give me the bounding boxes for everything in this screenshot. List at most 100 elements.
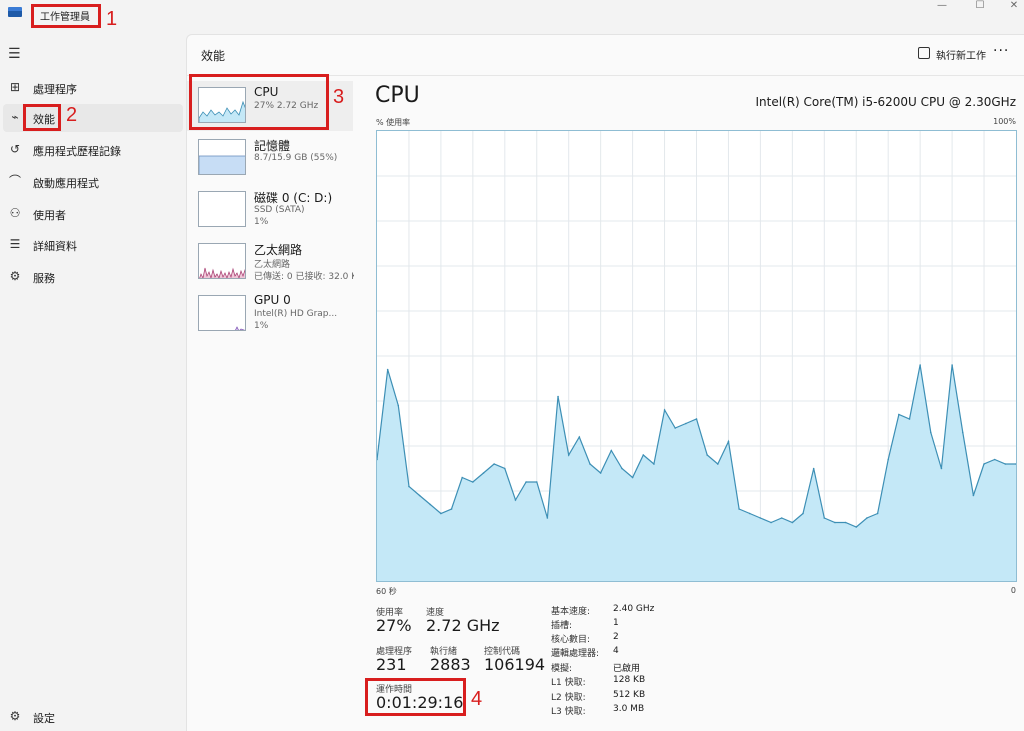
detail-label: L1 快取: bbox=[551, 678, 586, 688]
cpu-usage-point bbox=[706, 454, 708, 456]
cpu-usage-point bbox=[791, 521, 794, 524]
processes-icon: ⊞ bbox=[9, 80, 21, 94]
device-subtext-2: 已傳送: 0 已接收: 32.0 Kbps bbox=[254, 272, 354, 282]
device-subtext-2: 1% bbox=[254, 321, 269, 331]
annotation-box-3 bbox=[189, 74, 329, 130]
device-subtext: SSD (SATA) bbox=[254, 205, 305, 215]
nav-item-label: 設定 bbox=[33, 712, 55, 725]
cpu-usage-svg bbox=[376, 131, 1017, 581]
annotation-number-1: 1 bbox=[106, 8, 118, 30]
cpu-usage-point bbox=[461, 476, 463, 479]
cpu-usage-point bbox=[450, 508, 453, 510]
cpu-usage-point bbox=[631, 476, 634, 479]
cpu-model: Intel(R) Core(TM) i5-6200U CPU @ 2.30GHz bbox=[755, 95, 1016, 109]
cpu-usage-point bbox=[589, 463, 591, 465]
detail-value: 2.40 GHz bbox=[613, 604, 655, 614]
history-icon: ↺ bbox=[9, 142, 21, 156]
cpu-usage-point bbox=[642, 454, 645, 456]
device-memory[interactable]: 記憶體 8.7/15.9 GB (55%) bbox=[187, 133, 353, 183]
utilization-value: 27% bbox=[376, 616, 412, 635]
device-ethernet[interactable]: 乙太網路 乙太網路 已傳送: 0 已接收: 32.0 Kbps bbox=[187, 237, 354, 287]
cpu-usage-point bbox=[727, 440, 730, 443]
maximize-button[interactable]: ☐ bbox=[962, 0, 998, 12]
cpu-usage-point bbox=[993, 458, 996, 461]
cpu-usage-point bbox=[770, 521, 772, 524]
cpu-usage-point bbox=[940, 467, 943, 470]
nav-item-settings[interactable]: ⚙ 設定 bbox=[3, 703, 183, 731]
cpu-usage-point bbox=[759, 517, 762, 519]
cpu-heading: CPU bbox=[375, 83, 420, 108]
nav-item-app-history[interactable]: ↺ 應用程式歷程記錄 bbox=[3, 136, 183, 164]
cpu-usage-point bbox=[812, 467, 815, 470]
threads-value: 2883 bbox=[430, 655, 471, 674]
nav-item-details[interactable]: ☰ 詳細資料 bbox=[3, 231, 183, 259]
gear-icon: ⚙ bbox=[9, 709, 21, 723]
detail-value: 128 KB bbox=[613, 675, 646, 685]
run-new-task-button[interactable]: 執行新工作 bbox=[936, 47, 986, 62]
cpu-usage-point bbox=[844, 521, 847, 524]
close-button[interactable]: ✕ bbox=[996, 0, 1024, 12]
cpu-usage-point bbox=[919, 364, 921, 366]
nav-item-label: 使用者 bbox=[33, 209, 66, 222]
detail-value: 3.0 MB bbox=[613, 704, 645, 714]
nav-item-label: 服務 bbox=[33, 272, 55, 285]
hamburger-menu-icon[interactable]: ☰ bbox=[8, 46, 21, 62]
x-axis-right-label: 0 bbox=[1010, 586, 1016, 595]
nav-item-users[interactable]: ⚇ 使用者 bbox=[3, 200, 183, 228]
more-options-button[interactable]: ··· bbox=[993, 43, 1009, 59]
cpu-usage-point bbox=[482, 472, 485, 474]
minimize-button[interactable]: — bbox=[924, 0, 960, 12]
cpu-usage-point bbox=[546, 517, 549, 519]
detail-value: 1 bbox=[613, 618, 619, 628]
details-icon: ☰ bbox=[9, 237, 21, 251]
detail-label: L3 快取: bbox=[551, 707, 586, 717]
cpu-usage-point bbox=[951, 364, 953, 366]
cpu-usage-point bbox=[695, 418, 698, 420]
cpu-usage-point bbox=[578, 436, 581, 438]
cpu-usage-point bbox=[780, 517, 783, 519]
cpu-usage-point bbox=[887, 458, 889, 461]
cpu-usage-point bbox=[525, 481, 527, 483]
detail-label: 基本速度: bbox=[551, 607, 591, 617]
cpu-usage-point bbox=[738, 508, 740, 510]
device-subtext: 8.7/15.9 GB (55%) bbox=[254, 153, 338, 163]
nav-item-label: 啟動應用程式 bbox=[33, 177, 99, 190]
detail-value: 512 KB bbox=[613, 690, 646, 700]
disk-thumbnail bbox=[198, 191, 246, 227]
cpu-usage-point bbox=[599, 472, 602, 474]
detail-label: 邏輯處理器: bbox=[551, 649, 600, 659]
detail-value: 已啟用 bbox=[613, 664, 641, 674]
detail-label: 插槽: bbox=[551, 621, 573, 631]
device-subtext-2: 1% bbox=[254, 217, 269, 227]
cpu-usage-point bbox=[834, 521, 836, 524]
device-disk[interactable]: 磁碟 0 (C: D:) SSD (SATA) 1% bbox=[187, 185, 353, 235]
nav-item-services[interactable]: ⚙ 服務 bbox=[3, 263, 183, 291]
cpu-usage-point bbox=[823, 517, 826, 519]
annotation-number-4: 4 bbox=[471, 688, 483, 710]
detail-label: 模擬: bbox=[551, 664, 573, 674]
annotation-number-2: 2 bbox=[66, 104, 78, 126]
nav-item-label: 處理程序 bbox=[33, 83, 77, 96]
performance-icon: ⌁ bbox=[11, 110, 19, 124]
cpu-usage-point bbox=[972, 494, 975, 497]
left-nav: ☰ ⊞ 處理程序 ⌁ 效能 ↺ 應用程式歷程記錄 ⌒ 啟動應用程式 ⚇ 使用者 … bbox=[0, 34, 186, 731]
cpu-usage-point bbox=[653, 463, 655, 465]
nav-item-processes[interactable]: ⊞ 處理程序 bbox=[3, 74, 183, 102]
device-name: 記憶體 bbox=[254, 139, 291, 153]
cpu-usage-point bbox=[557, 395, 559, 398]
cpu-usage-point bbox=[674, 427, 676, 429]
main-panel: 效能 執行新工作 ··· CPU 27% 2.72 GHz 記憶體 8.7/15… bbox=[186, 34, 1024, 731]
cpu-usage-point bbox=[898, 413, 900, 416]
detail-label: L2 快取: bbox=[551, 693, 586, 703]
cpu-usage-point bbox=[535, 481, 538, 483]
detail-value: 4 bbox=[613, 646, 619, 656]
cpu-usage-point bbox=[983, 463, 985, 465]
cpu-usage-point bbox=[472, 481, 474, 483]
processes-value: 231 bbox=[376, 655, 407, 674]
cpu-usage-point bbox=[1004, 463, 1007, 465]
device-gpu[interactable]: GPU 0 Intel(R) HD Grap... 1% bbox=[187, 289, 353, 339]
cpu-usage-point bbox=[429, 503, 432, 506]
cpu-usage-point bbox=[961, 431, 964, 434]
y-axis-max: 100% bbox=[993, 117, 1016, 126]
nav-item-startup-apps[interactable]: ⌒ 啟動應用程式 bbox=[3, 168, 183, 196]
